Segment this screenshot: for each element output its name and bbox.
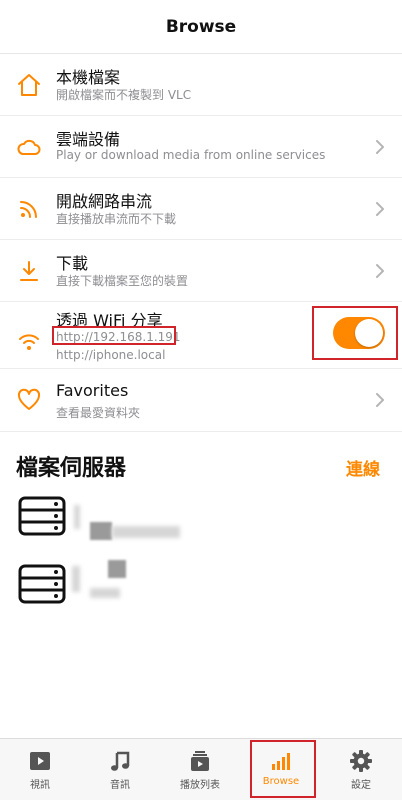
file-servers-heading: 檔案伺服器: [16, 456, 127, 481]
list-item-cloud-services[interactable]: 雲端設備 Play or download media from online …: [0, 116, 402, 177]
divider: [0, 431, 402, 432]
list-item-title: 雲端設備: [56, 130, 121, 149]
tab-label: 視訊: [30, 780, 50, 791]
list-item-subtitle: 直接播放串流而不下載: [56, 212, 177, 226]
tab-label: 設定: [351, 780, 371, 791]
list-item-local-files[interactable]: 本機檔案 開啟檔案而不複製到 VLC: [0, 54, 402, 115]
heart-icon: [14, 385, 44, 415]
page-title: Browse: [165, 16, 237, 37]
cloud-icon: [14, 132, 44, 162]
redacted-server-name: [112, 526, 180, 538]
list-item-title: 開啟網路串流: [56, 192, 153, 211]
list-item-favorites[interactable]: Favorites 查看最愛資料夾: [0, 369, 402, 430]
wifi-icon: [14, 326, 44, 356]
redacted-server-name: [90, 522, 112, 540]
chevron-right-icon: [376, 201, 384, 216]
server-icon[interactable]: [18, 564, 66, 604]
tab-playlists[interactable]: 播放列表: [160, 739, 240, 800]
connect-button[interactable]: 連線: [346, 455, 380, 480]
home-icon: [14, 70, 44, 100]
playlist-icon: [191, 751, 209, 771]
redacted-server-name: [108, 560, 126, 578]
tab-audio[interactable]: 音訊: [80, 739, 160, 800]
gear-icon: [350, 750, 372, 772]
chevron-right-icon: [376, 139, 384, 154]
list-item-title: 下載: [56, 254, 89, 273]
redacted-server-name: [74, 505, 80, 529]
wifi-sharing-toggle[interactable]: [333, 317, 385, 349]
rss-stream-icon: [14, 194, 44, 224]
tab-label: 播放列表: [180, 780, 220, 791]
list-item-subtitle: Play or download media from online servi…: [56, 148, 326, 162]
highlight-box-browse-tab: [250, 740, 316, 798]
chevron-right-icon: [376, 263, 384, 278]
list-item-network-stream[interactable]: 開啟網路串流 直接播放串流而不下載: [0, 178, 402, 239]
chevron-right-icon: [376, 392, 384, 407]
tab-label: 音訊: [110, 780, 130, 791]
list-item-subtitle: 直接下載檔案至您的裝置: [56, 274, 189, 288]
tab-bar: 視訊 音訊 播放列表 Browse 設定: [0, 738, 402, 800]
tab-settings[interactable]: 設定: [321, 739, 401, 800]
wifi-hostname: http://iphone.local: [56, 348, 166, 362]
nav-header: Browse: [0, 0, 402, 54]
highlight-box-url: [52, 326, 176, 345]
list-item-download[interactable]: 下載 直接下載檔案至您的裝置: [0, 240, 402, 301]
redacted-server-name: [90, 588, 120, 598]
list-item-title: 本機檔案: [56, 68, 121, 87]
video-icon: [30, 752, 50, 770]
tab-video[interactable]: 視訊: [0, 739, 80, 800]
list-item-subtitle: 開啟檔案而不複製到 VLC: [56, 88, 192, 102]
list-item-title: Favorites: [56, 381, 129, 400]
list-item-subtitle: 查看最愛資料夾: [56, 406, 141, 420]
redacted-server-name: [72, 566, 80, 592]
server-icon[interactable]: [18, 496, 66, 536]
download-icon: [14, 256, 44, 286]
music-note-icon: [111, 751, 130, 771]
toggle-knob: [355, 319, 383, 347]
